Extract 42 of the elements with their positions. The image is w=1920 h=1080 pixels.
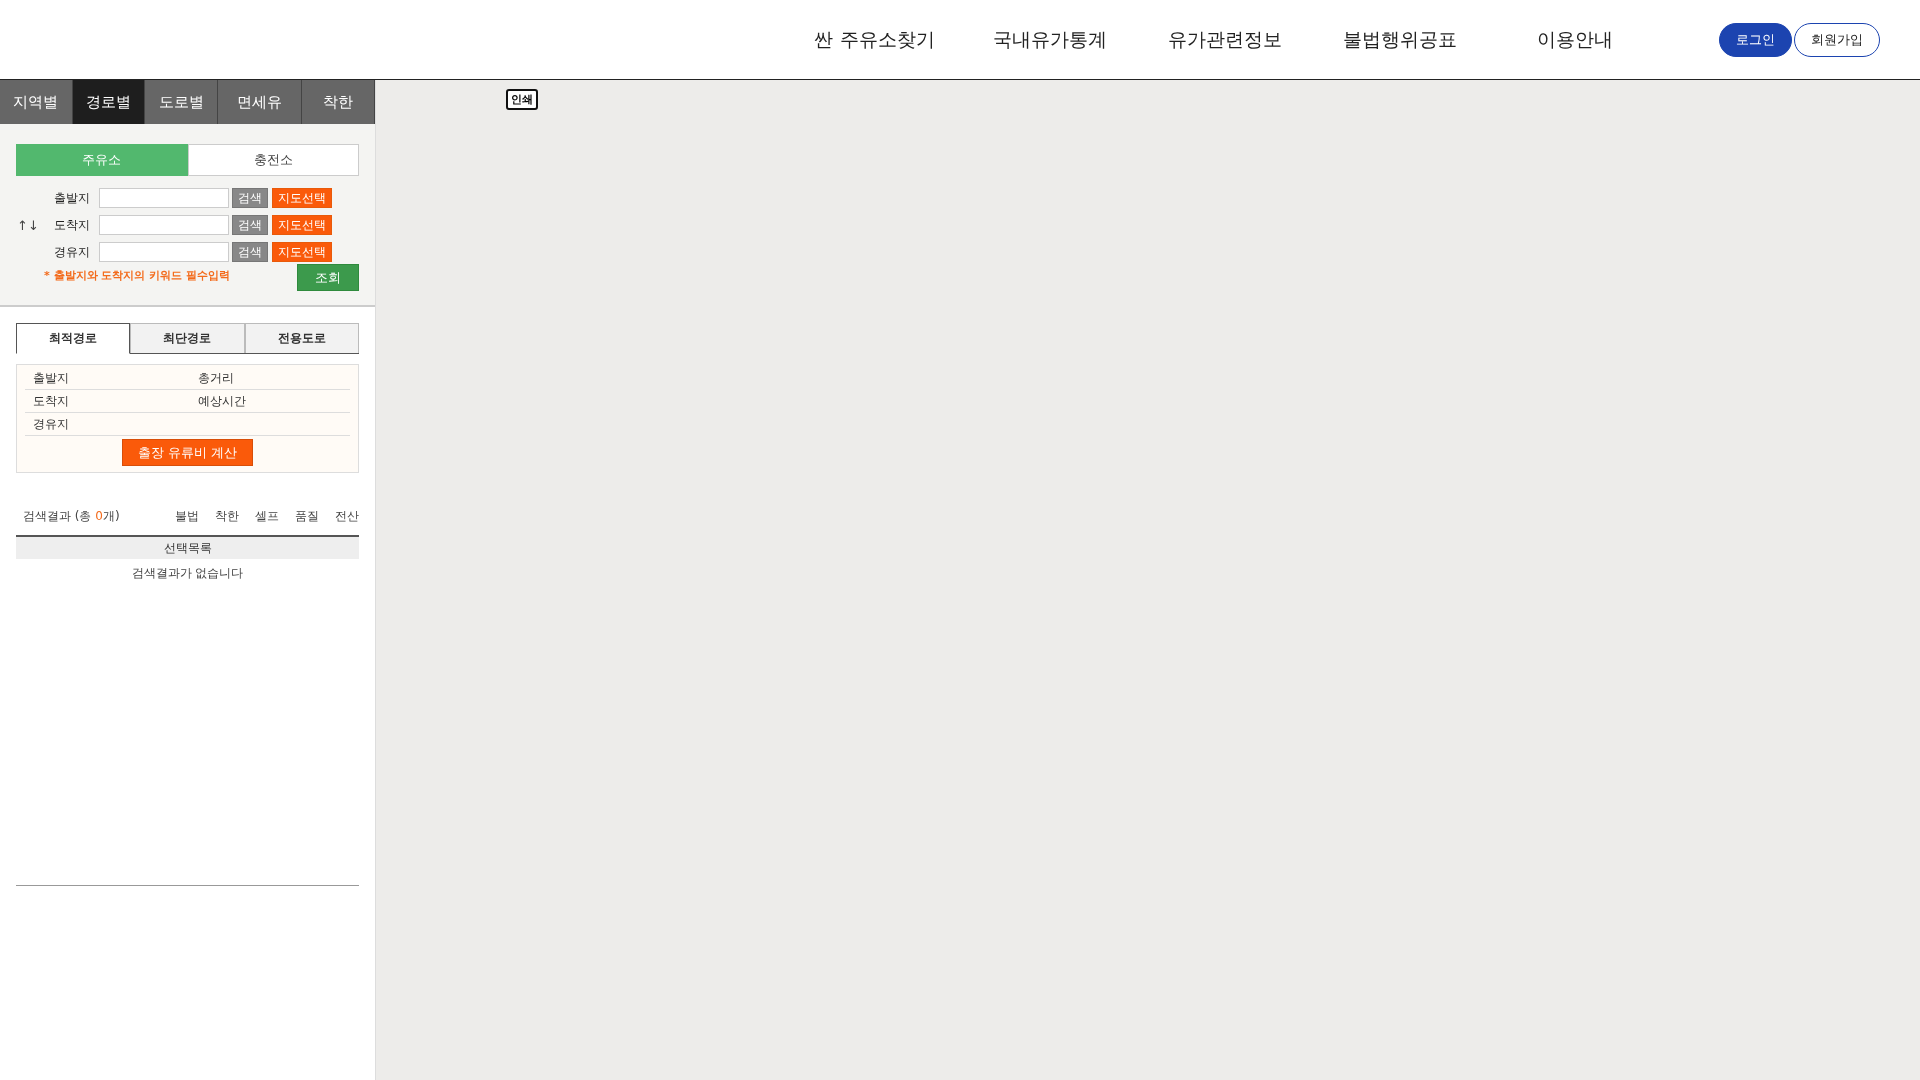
query-button[interactable]: 조회 xyxy=(297,264,359,291)
search-tab[interactable]: 착한 xyxy=(302,80,375,124)
nav-link[interactable]: 국내유가통계 xyxy=(962,26,1137,53)
search-tab[interactable]: 도로별 xyxy=(145,80,218,124)
empty-message: 검색결과가 없습니다 xyxy=(130,565,245,582)
input-field[interactable] xyxy=(99,215,229,235)
summary-label: 예상시간 xyxy=(198,392,247,410)
result-count: 검색결과 (총 0개) xyxy=(23,507,121,525)
filter-toggle[interactable]: 착한 xyxy=(199,507,239,525)
route-tab[interactable]: 전용도로 xyxy=(244,323,359,353)
nav-link[interactable]: 불법행위공표 xyxy=(1312,26,1487,53)
summary-label: 도착지 xyxy=(33,392,70,410)
search-button[interactable]: 검색 xyxy=(232,215,268,235)
route-tab[interactable]: 최적경로 xyxy=(16,323,131,354)
input-field[interactable] xyxy=(99,188,229,208)
list-header: 선택목록 xyxy=(16,535,359,559)
nav-link[interactable]: 유가관련정보 xyxy=(1137,26,1312,53)
field-label: 도착지 xyxy=(53,216,90,234)
station-type-tab[interactable]: 충전소 xyxy=(187,144,359,176)
input-field[interactable] xyxy=(99,242,229,262)
signup-button[interactable]: 회원가입 xyxy=(1794,22,1880,57)
nav-link[interactable]: 싼 주유소찾기 xyxy=(787,26,962,53)
login-button[interactable]: 로그인 xyxy=(1719,22,1792,57)
field-label: 출발지 xyxy=(53,189,90,207)
summary-label: 경유지 xyxy=(33,415,70,433)
filter-toggle[interactable]: 불법 xyxy=(159,507,199,525)
search-tab[interactable]: 경로별 xyxy=(72,80,146,124)
search-button[interactable]: 검색 xyxy=(232,242,268,262)
search-tab[interactable]: 지역별 xyxy=(0,80,73,124)
filter-toggle[interactable]: 전산 xyxy=(319,507,359,525)
swap-button[interactable]: ↑↓ xyxy=(16,217,40,233)
filter-toggle[interactable]: 셀프 xyxy=(239,507,279,525)
route-tab[interactable]: 최단경로 xyxy=(130,323,245,353)
print-button[interactable]: 인쇄 xyxy=(506,89,538,110)
search-tab[interactable]: 면세유 xyxy=(217,80,303,124)
required-notice: * 출발지와 도착지의 키워드 필수입력 xyxy=(44,268,231,283)
nav-link[interactable]: 이용안내 xyxy=(1487,26,1662,53)
summary-label: 총거리 xyxy=(198,369,235,387)
search-button[interactable]: 검색 xyxy=(232,188,268,208)
summary-label: 출발지 xyxy=(33,369,70,387)
filter-toggle[interactable]: 품질 xyxy=(279,507,319,525)
field-label: 경유지 xyxy=(53,243,90,261)
